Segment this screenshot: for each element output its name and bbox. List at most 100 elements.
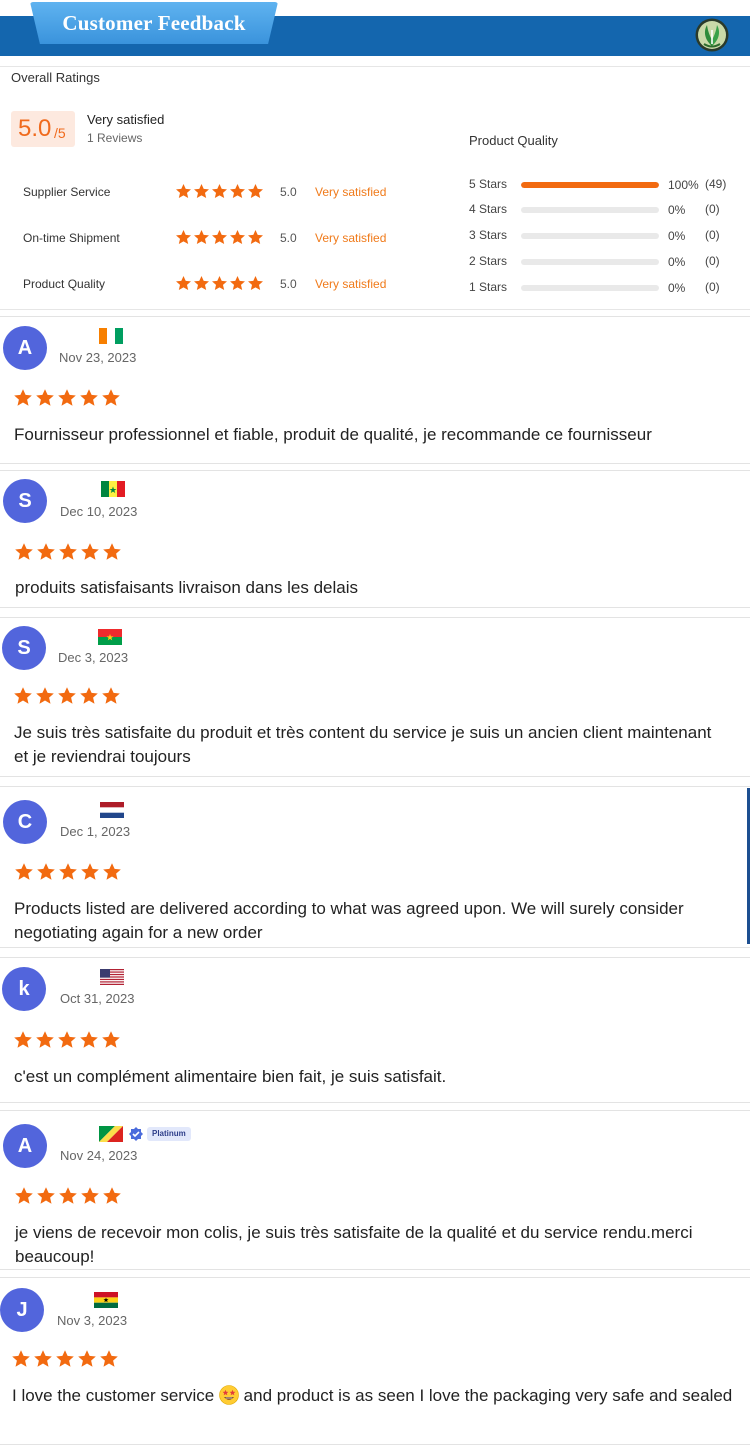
ivory-coast-flag bbox=[99, 328, 123, 344]
review-text-part: I love the customer service bbox=[12, 1386, 215, 1405]
review-text: Fournisseur professionnel et fiable, pro… bbox=[14, 425, 652, 444]
distribution-bar bbox=[521, 259, 659, 265]
metric-stars bbox=[175, 275, 264, 293]
avatar: A bbox=[3, 326, 47, 370]
star-icon bbox=[14, 389, 32, 406]
review-date: Nov 3, 2023 bbox=[57, 1313, 128, 1328]
avatar: A bbox=[3, 1124, 47, 1168]
star-icon bbox=[230, 184, 245, 199]
metric-label: On-time Shipment bbox=[23, 231, 120, 245]
star-icon bbox=[36, 1031, 54, 1048]
distribution-percent: 0% bbox=[668, 255, 686, 269]
distribution-label: 5 Stars bbox=[469, 177, 508, 191]
star-icon bbox=[103, 863, 121, 880]
star-icon bbox=[176, 276, 191, 291]
review-date: Dec 1, 2023 bbox=[60, 824, 131, 839]
metric-verdict: Very satisfied bbox=[315, 277, 387, 291]
review-stars bbox=[11, 1349, 119, 1369]
star-icon bbox=[12, 1350, 30, 1367]
distribution-bar bbox=[521, 207, 659, 213]
star-icon bbox=[15, 543, 33, 560]
distribution-row-5: 5 Stars 100% (49) bbox=[469, 177, 739, 193]
distribution-row-2: 2 Stars 0% (0) bbox=[469, 254, 739, 270]
metric-verdict: Very satisfied bbox=[315, 231, 387, 245]
review-date: Dec 10, 2023 bbox=[60, 504, 138, 519]
star-icon bbox=[230, 230, 245, 245]
star-icon bbox=[14, 687, 32, 704]
review-date: Dec 3, 2023 bbox=[58, 650, 129, 665]
ghana-flag bbox=[94, 1292, 118, 1308]
star-icon bbox=[58, 687, 76, 704]
distribution-percent: 0% bbox=[668, 281, 686, 295]
overall-score: 5.0 bbox=[18, 115, 52, 142]
star-icon bbox=[78, 1350, 96, 1367]
product-quality-label: Product Quality bbox=[469, 133, 558, 148]
review-text: c'est un complément alimentaire bien fai… bbox=[14, 1067, 447, 1086]
star-icon bbox=[59, 863, 77, 880]
review-text: produits satisfaisants livraison dans le… bbox=[15, 578, 359, 597]
star-icon bbox=[58, 1031, 76, 1048]
distribution-count: (0) bbox=[705, 202, 720, 216]
review-card: A Platinum Nov 24, 2023 je viens de rece… bbox=[0, 1110, 750, 1270]
review-text: Products listed are delivered according … bbox=[14, 899, 684, 942]
star-icon bbox=[56, 1350, 74, 1367]
star-icon bbox=[81, 543, 99, 560]
header: Customer Feedback bbox=[0, 0, 750, 56]
star-icon bbox=[103, 1187, 121, 1204]
star-icon bbox=[194, 184, 209, 199]
star-icon bbox=[212, 184, 227, 199]
review-date: Oct 31, 2023 bbox=[60, 991, 135, 1006]
distribution-label: 3 Stars bbox=[469, 228, 508, 242]
leaf-logo-icon bbox=[695, 18, 729, 52]
distribution-bar bbox=[521, 182, 659, 188]
metric-stars bbox=[175, 183, 264, 201]
star-icon bbox=[102, 687, 120, 704]
ratings-summary: Overall Ratings 5.0 /5 Very satisfied 1 … bbox=[0, 66, 750, 310]
star-icon bbox=[37, 863, 55, 880]
avatar: S bbox=[3, 479, 47, 523]
netherlands-flag bbox=[100, 802, 124, 818]
review-stars bbox=[13, 388, 121, 408]
star-icon bbox=[102, 1031, 120, 1048]
metric-product-quality: Product Quality 5.0 Very satisfied bbox=[23, 275, 403, 295]
review-date: Nov 24, 2023 bbox=[60, 1148, 138, 1163]
star-icon bbox=[14, 1031, 32, 1048]
avatar: S bbox=[2, 626, 46, 670]
congo-flag bbox=[99, 1126, 123, 1142]
distribution-row-3: 3 Stars 0% (0) bbox=[469, 228, 739, 244]
star-icon bbox=[176, 184, 191, 199]
review-text-part: and product is as seen I love the packag… bbox=[243, 1386, 733, 1405]
distribution-count: (0) bbox=[705, 228, 720, 242]
metric-stars bbox=[175, 229, 264, 247]
star-icon bbox=[102, 389, 120, 406]
review-stars bbox=[13, 1030, 121, 1050]
star-struck-emoji bbox=[219, 1385, 239, 1405]
metric-score: 5.0 bbox=[280, 277, 297, 291]
star-icon bbox=[100, 1350, 118, 1367]
metric-score: 5.0 bbox=[280, 231, 297, 245]
review-stars bbox=[13, 686, 121, 706]
distribution-row-1: 1 Stars 0% (0) bbox=[469, 280, 739, 296]
star-icon bbox=[36, 389, 54, 406]
star-icon bbox=[15, 1187, 33, 1204]
star-icon bbox=[80, 1031, 98, 1048]
review-stars bbox=[14, 542, 122, 562]
burkina-faso-flag bbox=[98, 629, 122, 645]
star-icon bbox=[37, 543, 55, 560]
star-icon bbox=[34, 1350, 52, 1367]
star-icon bbox=[81, 863, 99, 880]
review-card: A Nov 23, 2023 Fournisseur professionnel… bbox=[0, 316, 750, 464]
star-icon bbox=[194, 230, 209, 245]
review-stars bbox=[14, 1186, 122, 1206]
metric-on-time-shipment: On-time Shipment 5.0 Very satisfied bbox=[23, 229, 403, 249]
avatar: C bbox=[3, 800, 47, 844]
overall-verdict: Very satisfied bbox=[87, 112, 165, 127]
review-card: C Dec 1, 2023 Products listed are delive… bbox=[0, 786, 750, 948]
star-icon bbox=[212, 230, 227, 245]
metric-supplier-service: Supplier Service 5.0 Very satisfied bbox=[23, 183, 403, 203]
distribution-bar bbox=[521, 233, 659, 239]
star-icon bbox=[212, 276, 227, 291]
distribution-count: (0) bbox=[705, 280, 720, 294]
star-icon bbox=[80, 687, 98, 704]
review-text: I love the customer service and product … bbox=[12, 1384, 742, 1408]
